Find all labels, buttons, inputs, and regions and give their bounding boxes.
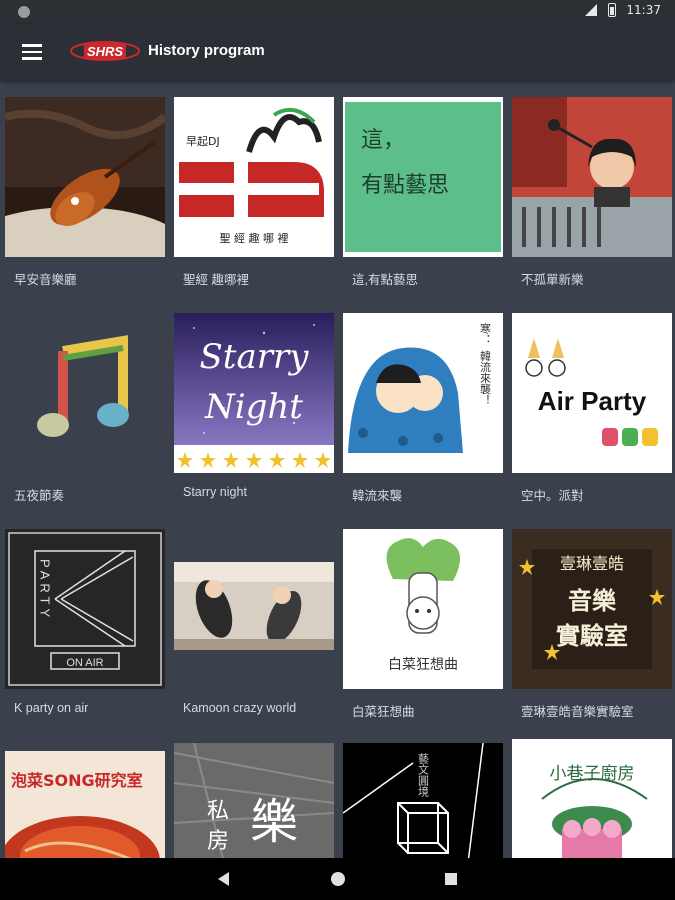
back-icon[interactable] bbox=[218, 872, 229, 886]
program-thumbnail: 早起DJ 聖 經 趣 哪 裡 bbox=[174, 97, 334, 257]
program-grid: 早安音樂廳 早起DJ 聖 經 趣 哪 裡 聖經 趣哪裡 這， 有點藝思 這,有點… bbox=[0, 80, 675, 858]
svg-text:白菜狂想曲: 白菜狂想曲 bbox=[388, 657, 458, 673]
svg-text:聖 經 趣 哪 裡: 聖 經 趣 哪 裡 bbox=[220, 231, 289, 245]
recent-apps-icon[interactable] bbox=[445, 873, 457, 885]
notification-dot-icon bbox=[18, 6, 30, 18]
program-title: 空中。派對 bbox=[521, 489, 584, 503]
svg-text:實驗室: 實驗室 bbox=[556, 622, 628, 650]
program-thumbnail bbox=[5, 313, 165, 473]
program-thumbnail: 藝文圓境 bbox=[343, 743, 503, 858]
program-title: 不孤單新樂 bbox=[521, 273, 584, 287]
svg-text:寒．．韓流來襲！: 寒．．韓流來襲！ bbox=[479, 322, 492, 406]
program-thumbnail: 寒．．韓流來襲！ bbox=[343, 313, 503, 473]
program-title: K party on air bbox=[14, 701, 89, 715]
program-thumbnail bbox=[5, 97, 165, 257]
program-title: 韓流來襲 bbox=[352, 489, 403, 503]
program-title: 五夜節奏 bbox=[14, 489, 65, 503]
svg-text:泡菜SONG研究室: 泡菜SONG研究室 bbox=[11, 771, 143, 790]
battery-icon bbox=[608, 3, 617, 17]
svg-text:音樂: 音樂 bbox=[568, 587, 617, 615]
svg-text:小巷子廚房: 小巷子廚房 bbox=[550, 763, 635, 784]
program-thumbnail: 壹琳壹皓 音樂 實驗室 bbox=[512, 529, 672, 689]
app-bar: SHRS History program bbox=[0, 24, 675, 80]
signal-icon bbox=[585, 4, 598, 16]
program-thumbnail: 白菜狂想曲 bbox=[343, 529, 503, 689]
program-thumbnail bbox=[512, 97, 672, 257]
program-title: 這,有點藝思 bbox=[352, 273, 418, 287]
svg-text:這，: 這， bbox=[361, 128, 405, 153]
svg-text:ON AIR: ON AIR bbox=[66, 657, 103, 669]
svg-text:壹琳壹皓: 壹琳壹皓 bbox=[560, 554, 624, 573]
svg-text:Air Party: Air Party bbox=[538, 386, 647, 416]
program-thumbnail: 泡菜SONG研究室 bbox=[5, 751, 165, 858]
svg-text:SHRS: SHRS bbox=[87, 44, 123, 59]
page-title: History program bbox=[148, 42, 265, 59]
menu-icon[interactable] bbox=[20, 41, 44, 63]
program-thumbnail: 這， 有點藝思 bbox=[343, 97, 503, 257]
svg-text:早起DJ: 早起DJ bbox=[186, 135, 220, 148]
program-thumbnail: Starry Night bbox=[174, 313, 334, 473]
svg-text:PARTY: PARTY bbox=[38, 559, 53, 621]
program-title: 早安音樂廳 bbox=[14, 273, 77, 287]
home-icon[interactable] bbox=[331, 872, 345, 886]
program-thumbnail: 私 房 樂 bbox=[174, 743, 334, 858]
program-title: 壹琳壹皓音樂實驗室 bbox=[521, 705, 634, 719]
program-title: 白菜狂想曲 bbox=[352, 705, 415, 719]
program-thumbnail: 小巷子廚房 bbox=[512, 739, 672, 858]
program-thumbnail: Air Party bbox=[512, 313, 672, 473]
svg-text:樂: 樂 bbox=[250, 794, 298, 850]
status-time: 11:37 bbox=[626, 3, 661, 17]
system-nav-bar bbox=[0, 858, 675, 900]
svg-text:有點藝思: 有點藝思 bbox=[361, 173, 449, 198]
program-title: 聖經 趣哪裡 bbox=[183, 273, 249, 287]
status-bar: 11:37 bbox=[0, 0, 675, 24]
svg-text:私: 私 bbox=[207, 799, 229, 824]
program-title: Starry night bbox=[183, 485, 247, 499]
status-icons: 11:37 bbox=[584, 3, 661, 17]
program-thumbnail: PARTY ON AIR bbox=[5, 529, 165, 689]
program-title: Kamoon crazy world bbox=[183, 701, 297, 715]
svg-text:Starry: Starry bbox=[200, 337, 310, 377]
svg-text:藝文圓境: 藝文圓境 bbox=[417, 753, 430, 797]
program-thumbnail bbox=[174, 529, 334, 689]
svg-text:Night: Night bbox=[204, 387, 303, 427]
svg-text:房: 房 bbox=[207, 829, 229, 854]
station-logo[interactable]: SHRS bbox=[70, 38, 140, 64]
